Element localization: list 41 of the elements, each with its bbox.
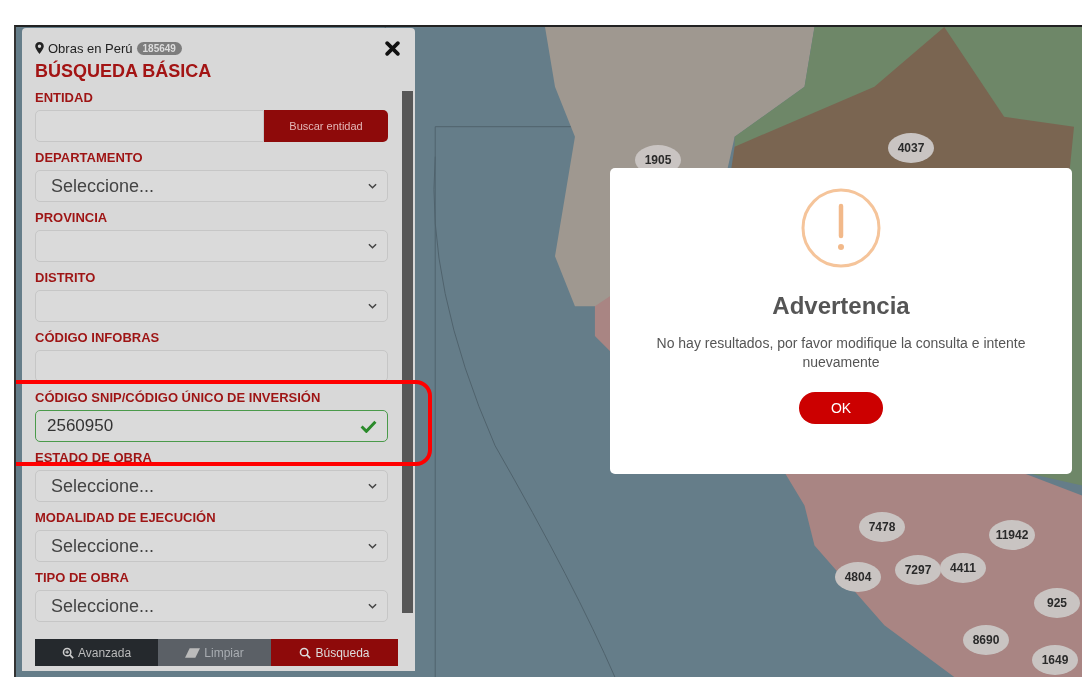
select-field[interactable] (35, 290, 388, 322)
entity-field[interactable] (35, 110, 264, 142)
zoom-in-icon (61, 646, 74, 659)
eraser-icon (185, 647, 201, 658)
chevron-down-icon (368, 243, 377, 249)
panel-title: BÚSQUEDA BÁSICA (35, 61, 213, 82)
field-label: ENTIDAD (35, 90, 93, 105)
field-label: TIPO DE OBRA (35, 570, 129, 585)
chevron-down-icon (368, 543, 377, 549)
advanced-search-button[interactable]: Avanzada (35, 639, 158, 666)
field-label: DEPARTAMENTO (35, 150, 143, 165)
chevron-down-icon (368, 183, 377, 189)
dialog-message: No hay resultados, por favor modifique la consulta e intente nuevamente (655, 334, 1027, 372)
field-label: DISTRITO (35, 270, 96, 285)
scrollbar[interactable] (402, 91, 413, 613)
search-entity-button[interactable]: Buscar entidad (264, 110, 388, 142)
ok-button[interactable]: OK (799, 392, 883, 424)
search-icon (299, 646, 312, 659)
search-button[interactable]: Búsqueda (271, 639, 398, 666)
field-label: ESTADO DE OBRA (35, 450, 152, 465)
select-field[interactable]: Seleccione... (35, 470, 388, 502)
check-icon (360, 419, 377, 433)
map-pin-icon (35, 42, 44, 54)
text-field[interactable]: 2560950 (35, 410, 388, 442)
dialog-title: Advertencia (772, 292, 910, 320)
chevron-down-icon (368, 303, 377, 309)
field-label: PROVINCIA (35, 210, 108, 225)
exclamation-icon (801, 188, 881, 268)
select-field[interactable] (35, 230, 388, 262)
select-field[interactable]: Seleccione... (35, 590, 388, 622)
select-field[interactable]: Seleccione... (35, 530, 388, 562)
select-field[interactable]: Seleccione... (35, 170, 388, 202)
panel-heading: Obras en Perú (48, 40, 133, 56)
field-label: CÓDIGO SNIP/CÓDIGO ÚNICO DE INVERSIÓN (35, 390, 321, 405)
count-badge: 185649 (136, 41, 182, 55)
close-button[interactable] (385, 40, 400, 56)
text-field[interactable] (35, 350, 388, 382)
chevron-down-icon (368, 603, 377, 609)
field-label: MODALIDAD DE EJECUCIÓN (35, 510, 216, 525)
field-label: CÓDIGO INFOBRAS (35, 330, 160, 345)
chevron-down-icon (368, 483, 377, 489)
